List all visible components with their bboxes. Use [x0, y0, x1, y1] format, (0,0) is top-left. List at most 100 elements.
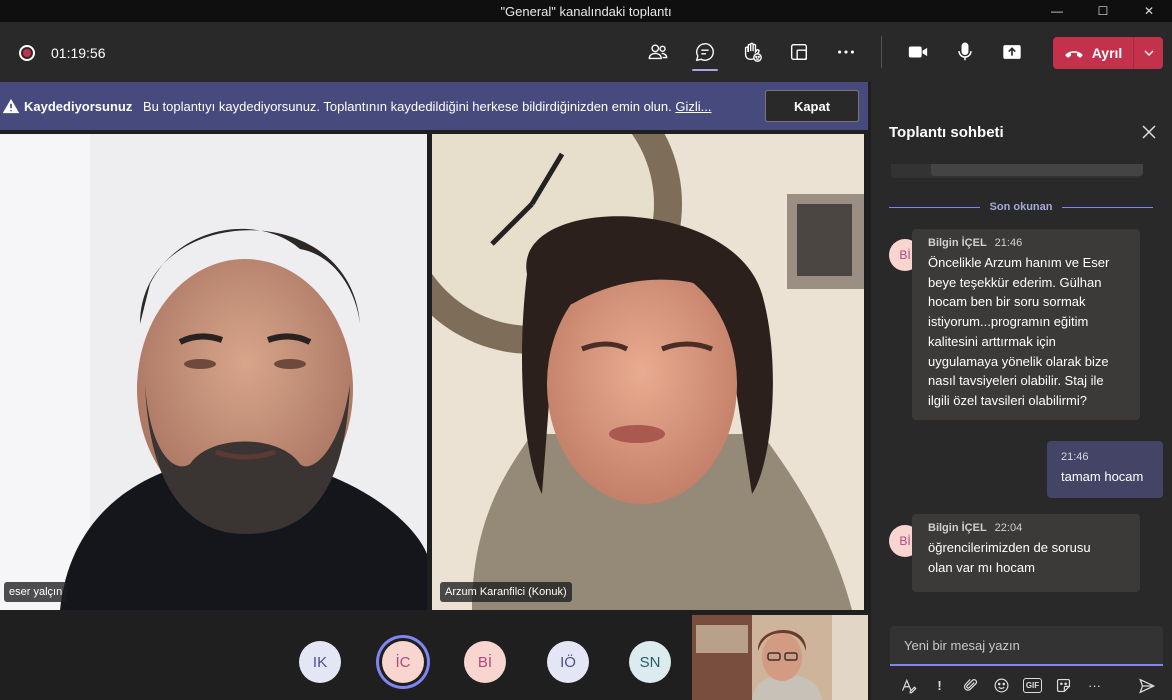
chat-icon: [695, 43, 714, 62]
banner-message: Bu toplantıyı kaydediyorsunuz. Toplantın…: [143, 99, 743, 114]
participant-avatar-bi[interactable]: Bİ: [464, 641, 506, 683]
recording-banner: Kaydediyorsunuz Bu toplantıyı kaydediyor…: [0, 82, 868, 130]
close-chat-icon[interactable]: [1141, 124, 1157, 140]
participants-button[interactable]: [644, 38, 672, 66]
avatar-initials: İC: [395, 653, 411, 671]
emoji-icon: [994, 678, 1009, 692]
message-body: öğrencilerimizden de sorusu olan var mı …: [928, 538, 1126, 577]
attach-button[interactable]: [955, 674, 986, 696]
leave-button[interactable]: Ayrıl: [1053, 37, 1133, 69]
emoji-button[interactable]: [986, 674, 1017, 696]
divider-line: [889, 206, 980, 208]
participant-avatar-ic[interactable]: İC: [382, 641, 424, 683]
microphone-button[interactable]: [951, 38, 979, 66]
teams-meeting-window: "General" kanalındaki toplantı — ☐ ✕ 01:…: [0, 0, 1172, 700]
maximize-button[interactable]: ☐: [1080, 0, 1126, 22]
self-video-image: [692, 615, 868, 700]
hang-up-icon: [1065, 51, 1083, 58]
chat-message[interactable]: Bilgin İÇEL 22:04 öğrencilerimizden de so…: [912, 514, 1140, 592]
microphone-icon: [958, 42, 972, 61]
message-body: tamam hocam: [1061, 469, 1144, 484]
avatar-initials: Bİ: [899, 534, 911, 548]
banner-message-text: Bu toplantıyı kaydediyorsunuz. Toplantın…: [143, 99, 676, 114]
more-icon: ···: [1088, 677, 1101, 693]
divider-line: [1062, 206, 1154, 208]
title-bar: "General" kanalındaki toplantı — ☐ ✕: [0, 0, 1172, 22]
recording-indicator-icon: [19, 45, 35, 61]
message-meta: Bilgin İÇEL 21:46: [928, 237, 1126, 249]
send-button[interactable]: [1136, 675, 1158, 697]
reactions-button[interactable]: [738, 38, 766, 66]
participant-avatar-io[interactable]: IÖ: [547, 641, 589, 683]
participant-video-image: [432, 134, 864, 610]
video-tile-arzum[interactable]: Arzum Karanfilci (Konuk): [432, 134, 864, 610]
own-chat-message[interactable]: 21:46 tamam hocam: [1047, 441, 1163, 498]
more-options-button[interactable]: ···: [1079, 674, 1110, 696]
last-read-divider: Son okunan: [889, 200, 1154, 214]
message-line: ilgili özel tavsileri olabilirmi?: [928, 392, 1087, 408]
participant-avatar-ik[interactable]: IK: [299, 641, 341, 683]
more-actions-button[interactable]: [832, 38, 860, 66]
raise-hand-icon: [744, 42, 762, 62]
minimize-button[interactable]: —: [1034, 0, 1080, 22]
important-button[interactable]: !: [924, 674, 955, 696]
close-banner-button[interactable]: Kapat: [765, 90, 859, 122]
important-icon: !: [937, 677, 942, 693]
participant-name-tag: eser yalçın: [4, 582, 68, 602]
leave-label: Ayrıl: [1091, 45, 1123, 61]
avatar-initials: IK: [312, 653, 328, 671]
message-body: Öncelikle Arzum hanım ve Eser beye teşek…: [928, 253, 1126, 411]
message-input[interactable]: [890, 626, 1163, 664]
message-author: Bilgin İÇEL: [928, 522, 987, 534]
message-author: Bilgin İÇEL: [928, 237, 987, 249]
message-line: Öncelikle Arzum hanım ve Eser: [928, 255, 1110, 270]
share-screen-button[interactable]: [998, 38, 1026, 66]
meeting-chat-panel: Toplantı sohbeti Son okunan Bİ Bilgin İÇ…: [871, 82, 1172, 700]
close-window-button[interactable]: ✕: [1126, 0, 1172, 22]
message-line: beye teşekkür ederim. Gülhan: [928, 274, 1102, 290]
video-tile-eser[interactable]: eser yalçın: [0, 134, 427, 610]
people-icon: [648, 44, 668, 60]
participant-video-image: [0, 134, 427, 610]
breakout-rooms-icon: [790, 43, 808, 61]
meeting-toolbar: 01:19:56 Ayrıl: [0, 22, 1172, 82]
send-icon: [1139, 678, 1156, 694]
share-screen-icon: [1003, 45, 1021, 59]
participant-name-tag: Arzum Karanfilci (Konuk): [440, 582, 572, 602]
participant-avatar-sn[interactable]: SN: [629, 641, 671, 683]
last-read-label: Son okunan: [989, 201, 1053, 213]
format-button[interactable]: [893, 674, 924, 696]
previous-message-fragment-inner: [931, 164, 1143, 176]
window-title: "General" kanalındaki toplantı: [500, 3, 672, 19]
chat-active-indicator: [692, 69, 718, 71]
chat-message[interactable]: Bilgin İÇEL 21:46 Öncelikle Arzum hanım v…: [912, 229, 1140, 420]
composer-toolbar: ! GIF ···: [893, 674, 1155, 696]
meeting-timer: 01:19:56: [51, 45, 106, 61]
avatar-initials: IÖ: [560, 653, 576, 671]
message-composer: [890, 626, 1163, 666]
camera-icon: [908, 46, 928, 58]
camera-button[interactable]: [904, 38, 932, 66]
leave-options-button[interactable]: [1133, 37, 1163, 69]
sticker-button[interactable]: [1048, 674, 1079, 696]
attach-icon: [963, 678, 977, 691]
message-line: kalitesini arttırmak için: [928, 333, 1056, 349]
gif-button[interactable]: GIF: [1017, 674, 1048, 696]
privacy-link[interactable]: Gizli...: [675, 99, 711, 114]
message-time: 21:46: [994, 237, 1023, 249]
avatar-initials: SN: [639, 653, 661, 671]
banner-title: Kaydediyorsunuz: [24, 99, 133, 114]
window-controls: — ☐ ✕: [1034, 0, 1172, 22]
sticker-icon: [1056, 678, 1071, 692]
message-line: uygulamaya yönelik olarak bize: [928, 353, 1109, 369]
warning-icon: [2, 98, 20, 114]
breakout-rooms-button[interactable]: [785, 38, 813, 66]
message-line: istiyorum...programın eğitim: [928, 314, 1089, 330]
gif-icon: GIF: [1022, 677, 1043, 693]
message-line: hocam ben bir soru sormak: [928, 294, 1086, 310]
message-meta: Bilgin İÇEL 22:04: [928, 522, 1126, 534]
chat-button[interactable]: [691, 38, 719, 66]
toolbar-divider: [881, 36, 882, 68]
self-video-preview[interactable]: [692, 615, 868, 700]
more-icon: [838, 50, 854, 54]
